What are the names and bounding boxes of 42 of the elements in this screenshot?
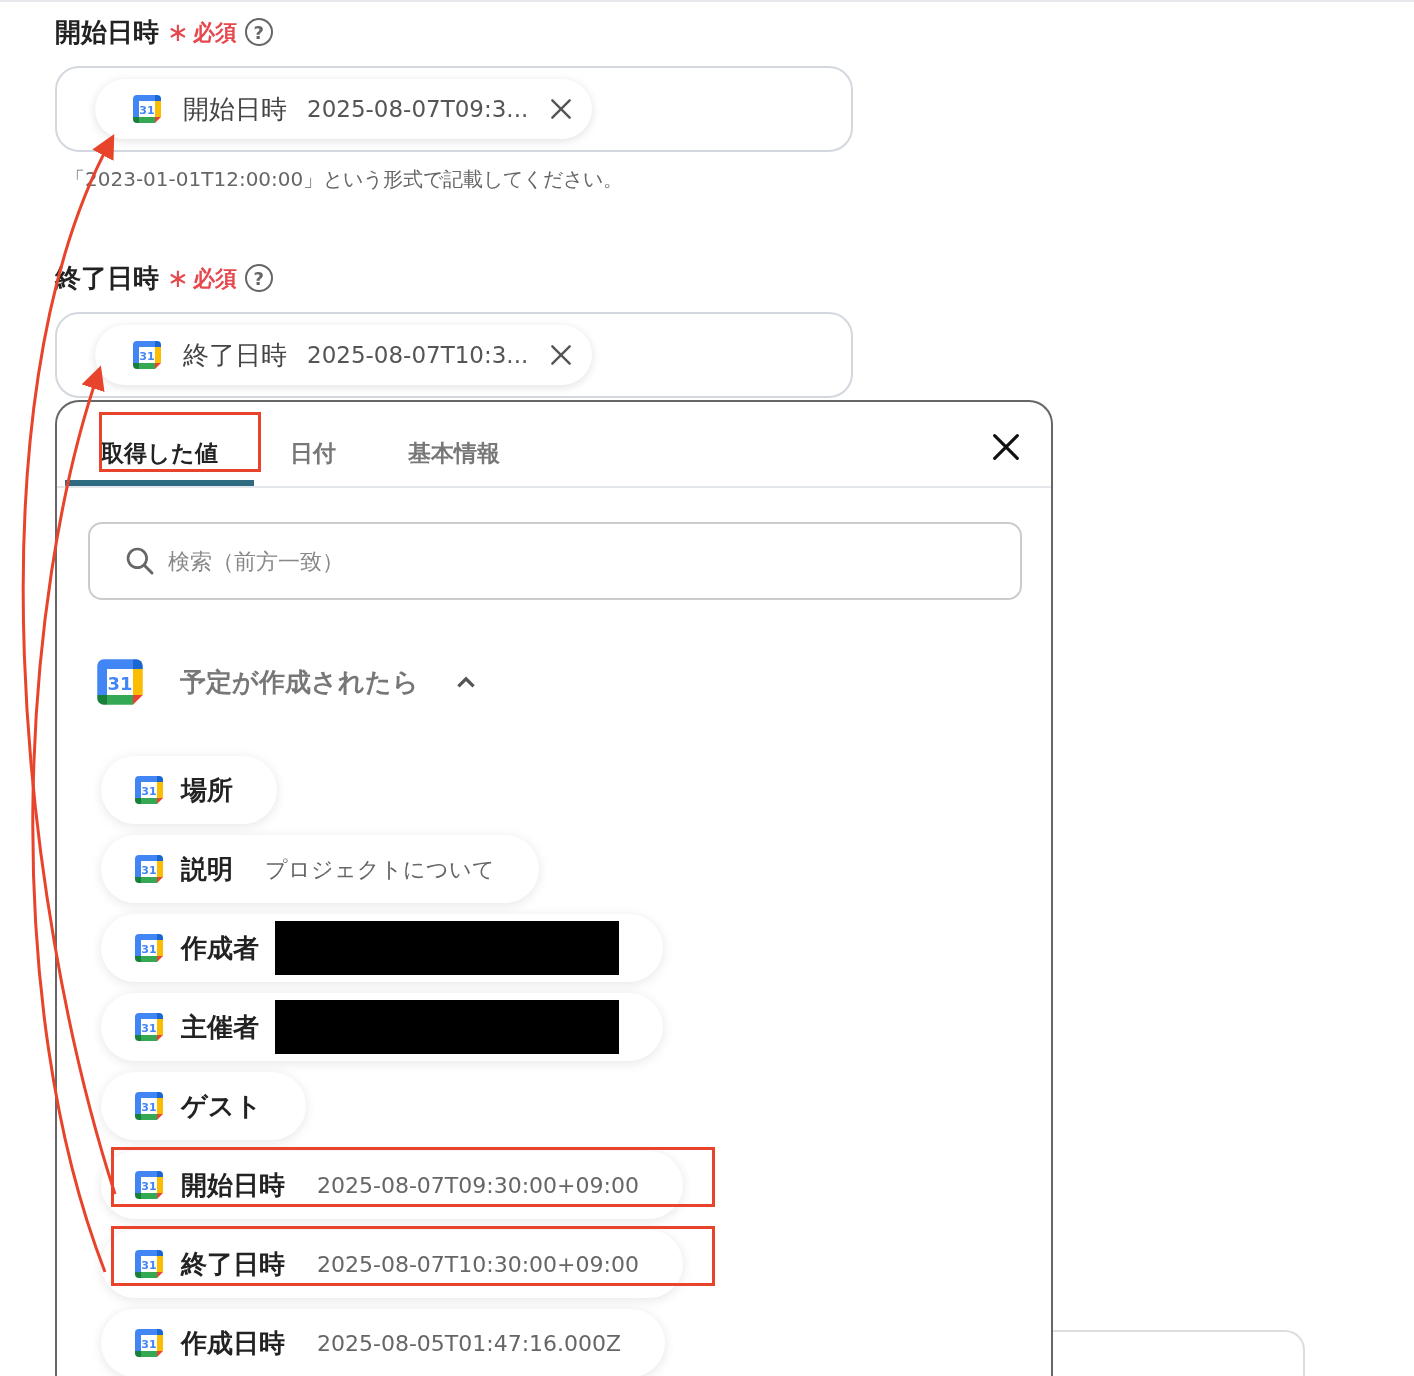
required-label: 必須	[192, 18, 237, 47]
variable-item[interactable]: 31 ゲスト	[101, 1072, 306, 1140]
token-chip[interactable]: 31 開始日時 2025-08-07T09:3...	[95, 79, 593, 139]
search-icon	[124, 545, 156, 577]
search-field[interactable]: 検索（前方一致）	[88, 522, 1022, 600]
item-name: 作成者	[181, 931, 259, 965]
item-value: プロジェクトについて	[265, 855, 495, 884]
item-name: 開始日時	[181, 1168, 285, 1202]
item-name: 場所	[181, 773, 233, 807]
item-name: 作成日時	[181, 1326, 285, 1360]
help-icon[interactable]: ?	[244, 18, 273, 46]
item-name: 主催者	[181, 1010, 259, 1044]
item-name: 説明	[181, 852, 233, 886]
variable-item[interactable]: 31 終了日時 2025-08-07T10:30:00+09:00	[101, 1230, 683, 1298]
tab[interactable]: 基本情報	[372, 426, 536, 486]
required-label: 必須	[192, 264, 237, 293]
required-asterisk: ∗	[167, 261, 189, 295]
item-value: 2025-08-07T10:30:00+09:00	[317, 1250, 639, 1279]
token-value: 2025-08-07T10:3...	[307, 340, 529, 370]
field-label: 開始日時	[55, 15, 159, 49]
token-value: 2025-08-07T09:3...	[307, 94, 529, 124]
item-value: 2025-08-07T09:30:00+09:00	[317, 1171, 639, 1200]
variable-item[interactable]: 31 開始日時 2025-08-07T09:30:00+09:00	[101, 1151, 683, 1219]
variable-item[interactable]: 31 作成日時 2025-08-05T01:47:16.000Z	[101, 1309, 666, 1376]
token-name: 終了日時	[183, 338, 287, 372]
token-name: 開始日時	[183, 92, 287, 126]
variable-item[interactable]: 31 主催者	[101, 993, 663, 1061]
variable-item[interactable]: 31 場所	[101, 756, 277, 824]
item-name: 終了日時	[181, 1247, 285, 1281]
help-icon[interactable]: ?	[244, 264, 273, 292]
token-field[interactable]: 31 終了日時 2025-08-07T10:3...	[55, 312, 853, 398]
variable-item[interactable]: 31 説明 プロジェクトについて	[101, 835, 539, 903]
variable-item[interactable]: 31 作成者	[101, 914, 663, 982]
tab[interactable]: 日付	[254, 426, 372, 486]
token-chip[interactable]: 31 終了日時 2025-08-07T10:3...	[95, 325, 593, 385]
tab[interactable]: 取得した値	[65, 426, 254, 486]
item-name: ゲスト	[181, 1089, 262, 1123]
group-title: 予定が作成されたら	[180, 665, 419, 699]
item-value: 2025-08-05T01:47:16.000Z	[317, 1329, 622, 1358]
required-asterisk: ∗	[167, 15, 189, 49]
search-input[interactable]: 検索（前方一致）	[168, 544, 1020, 578]
token-field[interactable]: 31 開始日時 2025-08-07T09:3...	[55, 66, 853, 152]
